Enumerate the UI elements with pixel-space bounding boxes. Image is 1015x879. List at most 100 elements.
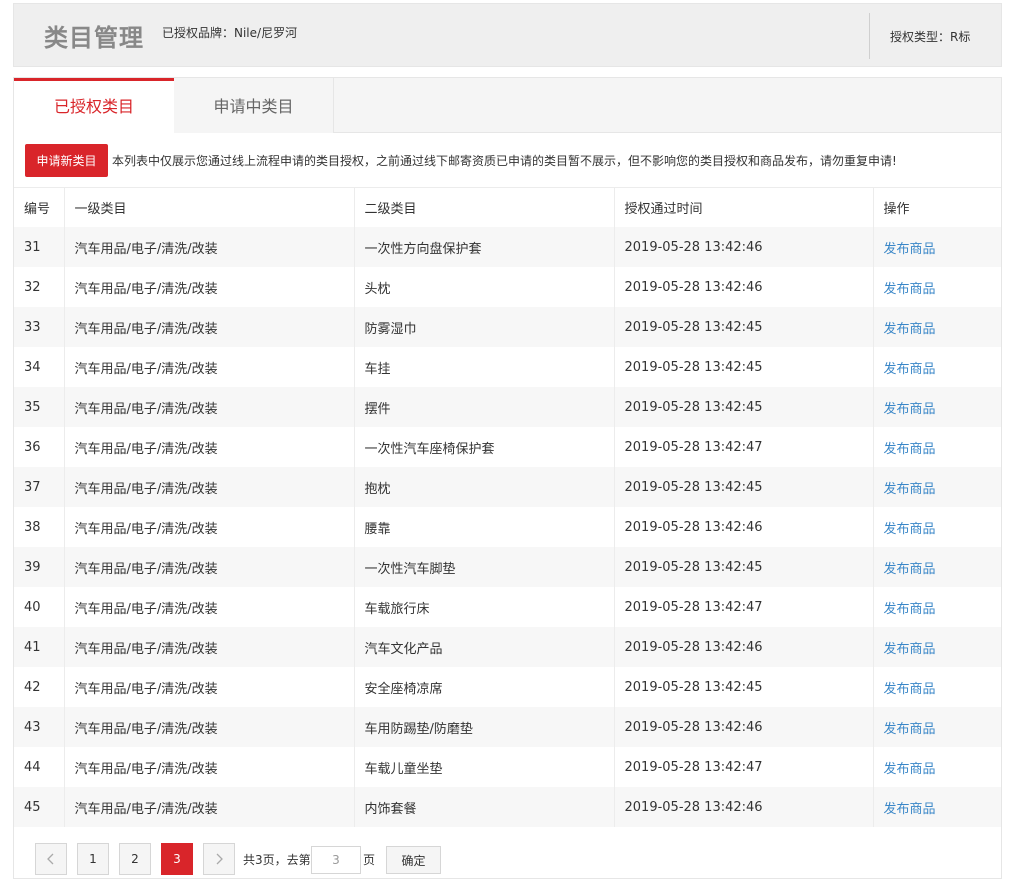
cell-approved-time: 2019-05-28 13:42:46 (614, 627, 874, 667)
cell-id: 43 (14, 707, 65, 747)
publish-product-link[interactable]: 发布商品 (873, 267, 1001, 307)
cell-approved-time: 2019-05-28 13:42:45 (614, 307, 874, 347)
goto-confirm-button[interactable]: 确定 (386, 846, 441, 874)
cell-approved-time: 2019-05-28 13:42:46 (614, 507, 874, 547)
publish-product-link[interactable]: 发布商品 (873, 747, 1001, 787)
prev-page-button[interactable] (35, 843, 67, 875)
cell-level2-category: 汽车文化产品 (354, 627, 615, 667)
publish-product-link[interactable]: 发布商品 (873, 627, 1001, 667)
column-header-approved-time: 授权通过时间 (614, 188, 874, 227)
toolbar: 申请新类目 本列表中仅展示您通过线上流程申请的类目授权，之前通过线下邮寄资质已申… (14, 133, 1001, 188)
page-button-1[interactable]: 1 (77, 843, 109, 875)
publish-product-link[interactable]: 发布商品 (873, 427, 1001, 467)
publish-product-link[interactable]: 发布商品 (873, 587, 1001, 627)
cell-level1-category: 汽车用品/电子/清洗/改装 (64, 387, 355, 427)
table-row: 32 汽车用品/电子/清洗/改装 头枕 2019-05-28 13:42:46 发布商品 (14, 267, 1001, 307)
cell-level1-category: 汽车用品/电子/清洗/改装 (64, 347, 355, 387)
goto-page-input[interactable] (311, 846, 361, 874)
publish-product-link[interactable]: 发布商品 (873, 347, 1001, 387)
cell-level1-category: 汽车用品/电子/清洗/改装 (64, 667, 355, 707)
header-divider (869, 13, 870, 59)
publish-product-link[interactable]: 发布商品 (873, 307, 1001, 347)
publish-product-link[interactable]: 发布商品 (873, 547, 1001, 587)
publish-product-link[interactable]: 发布商品 (873, 787, 1001, 827)
cell-id: 42 (14, 667, 65, 707)
pagination: 1 2 3 共3页，去第 页 确定 (14, 837, 1001, 878)
cell-level2-category: 抱枕 (354, 467, 615, 507)
category-panel: 已授权类目 申请中类目 申请新类目 本列表中仅展示您通过线上流程申请的类目授权，… (13, 77, 1002, 879)
cell-level1-category: 汽车用品/电子/清洗/改装 (64, 787, 355, 827)
cell-approved-time: 2019-05-28 13:42:47 (614, 427, 874, 467)
authorized-brand: 已授权品牌：Nile/尼罗河 (162, 26, 298, 40)
cell-level1-category: 汽车用品/电子/清洗/改装 (64, 507, 355, 547)
cell-level1-category: 汽车用品/电子/清洗/改装 (64, 467, 355, 507)
cell-approved-time: 2019-05-28 13:42:45 (614, 547, 874, 587)
table-row: 44 汽车用品/电子/清洗/改装 车载儿童坐垫 2019-05-28 13:42:47… (14, 747, 1001, 787)
cell-level2-category: 车用防踢垫/防磨垫 (354, 707, 615, 747)
cell-approved-time: 2019-05-28 13:42:45 (614, 467, 874, 507)
page-header: 类目管理 已授权品牌：Nile/尼罗河 授权类型：R标 (13, 3, 1002, 67)
chevron-right-icon (216, 853, 223, 865)
table-row: 38 汽车用品/电子/清洗/改装 腰靠 2019-05-28 13:42:46 发布商品 (14, 507, 1001, 547)
tab-content: 申请新类目 本列表中仅展示您通过线上流程申请的类目授权，之前通过线下邮寄资质已申… (14, 133, 1001, 878)
cell-id: 32 (14, 267, 65, 307)
cell-id: 38 (14, 507, 65, 547)
cell-level1-category: 汽车用品/电子/清洗/改装 (64, 707, 355, 747)
table-row: 39 汽车用品/电子/清洗/改装 一次性汽车脚垫 2019-05-28 13:42:4… (14, 547, 1001, 587)
table-row: 36 汽车用品/电子/清洗/改装 一次性汽车座椅保护套 2019-05-28 13:4… (14, 427, 1001, 467)
cell-level1-category: 汽车用品/电子/清洗/改装 (64, 587, 355, 627)
cell-level2-category: 摆件 (354, 387, 615, 427)
cell-level2-category: 腰靠 (354, 507, 615, 547)
cell-level2-category: 头枕 (354, 267, 615, 307)
total-pages-text: 共3页，去第 (243, 853, 311, 867)
cell-level1-category: 汽车用品/电子/清洗/改装 (64, 747, 355, 787)
column-header-action: 操作 (883, 202, 910, 217)
table-row: 41 汽车用品/电子/清洗/改装 汽车文化产品 2019-05-28 13:42:46… (14, 627, 1001, 667)
table-row: 40 汽车用品/电子/清洗/改装 车载旅行床 2019-05-28 13:42:47 发… (14, 587, 1001, 627)
publish-product-link[interactable]: 发布商品 (873, 667, 1001, 707)
page-button-2[interactable]: 2 (119, 843, 151, 875)
apply-new-category-button[interactable]: 申请新类目 (25, 144, 108, 177)
table-row: 42 汽车用品/电子/清洗/改装 安全座椅凉席 2019-05-28 13:42:45… (14, 667, 1001, 707)
column-header-level2: 二级类目 (354, 188, 615, 227)
cell-level2-category: 车载旅行床 (354, 587, 615, 627)
cell-approved-time: 2019-05-28 13:42:46 (614, 267, 874, 307)
notice-text: 本列表中仅展示您通过线上流程申请的类目授权，之前通过线下邮寄资质已申请的类目暂不… (112, 154, 897, 168)
authorization-type: 授权类型：R标 (890, 30, 971, 44)
publish-product-link[interactable]: 发布商品 (873, 387, 1001, 427)
column-header-level1: 一级类目 (64, 188, 355, 227)
cell-level2-category: 车挂 (354, 347, 615, 387)
cell-approved-time: 2019-05-28 13:42:46 (614, 707, 874, 747)
publish-product-link[interactable]: 发布商品 (873, 707, 1001, 747)
cell-approved-time: 2019-05-28 13:42:47 (614, 747, 874, 787)
cell-approved-time: 2019-05-28 13:42:47 (614, 587, 874, 627)
cell-id: 31 (14, 227, 65, 267)
cell-level1-category: 汽车用品/电子/清洗/改装 (64, 627, 355, 667)
table-row: 45 汽车用品/电子/清洗/改装 内饰套餐 2019-05-28 13:42:46 发布… (14, 787, 1001, 827)
category-table: 编号 一级类目 二级类目 授权通过时间 操作 31 汽车用品/电子/清洗/改装 一次… (14, 188, 1001, 827)
cell-level1-category: 汽车用品/电子/清洗/改装 (64, 267, 355, 307)
next-page-button[interactable] (203, 843, 235, 875)
publish-product-link[interactable]: 发布商品 (873, 467, 1001, 507)
page-unit-text: 页 (363, 853, 376, 867)
table-row: 31 汽车用品/电子/清洗/改装 一次性方向盘保护套 2019-05-28 13:42… (14, 227, 1001, 267)
cell-id: 37 (14, 467, 65, 507)
tab-pending-categories[interactable]: 申请中类目 (174, 78, 334, 133)
page-button-3-current[interactable]: 3 (161, 843, 193, 875)
tab-authorized-categories[interactable]: 已授权类目 (14, 78, 174, 134)
cell-id: 35 (14, 387, 65, 427)
publish-product-link[interactable]: 发布商品 (873, 227, 1001, 267)
cell-level2-category: 一次性方向盘保护套 (354, 227, 615, 267)
cell-level2-category: 车载儿童坐垫 (354, 747, 615, 787)
cell-id: 34 (14, 347, 65, 387)
cell-id: 41 (14, 627, 65, 667)
cell-id: 40 (14, 587, 65, 627)
cell-id: 44 (14, 747, 65, 787)
table-row: 34 汽车用品/电子/清洗/改装 车挂 2019-05-28 13:42:45 发布商品 (14, 347, 1001, 387)
cell-approved-time: 2019-05-28 13:42:46 (614, 227, 874, 267)
table-header-row: 编号 一级类目 二级类目 授权通过时间 操作 (14, 188, 1001, 227)
cell-level2-category: 一次性汽车脚垫 (354, 547, 615, 587)
table-row: 33 汽车用品/电子/清洗/改装 防雾湿巾 2019-05-28 13:42:45 发布… (14, 307, 1001, 347)
publish-product-link[interactable]: 发布商品 (873, 507, 1001, 547)
cell-level1-category: 汽车用品/电子/清洗/改装 (64, 547, 355, 587)
